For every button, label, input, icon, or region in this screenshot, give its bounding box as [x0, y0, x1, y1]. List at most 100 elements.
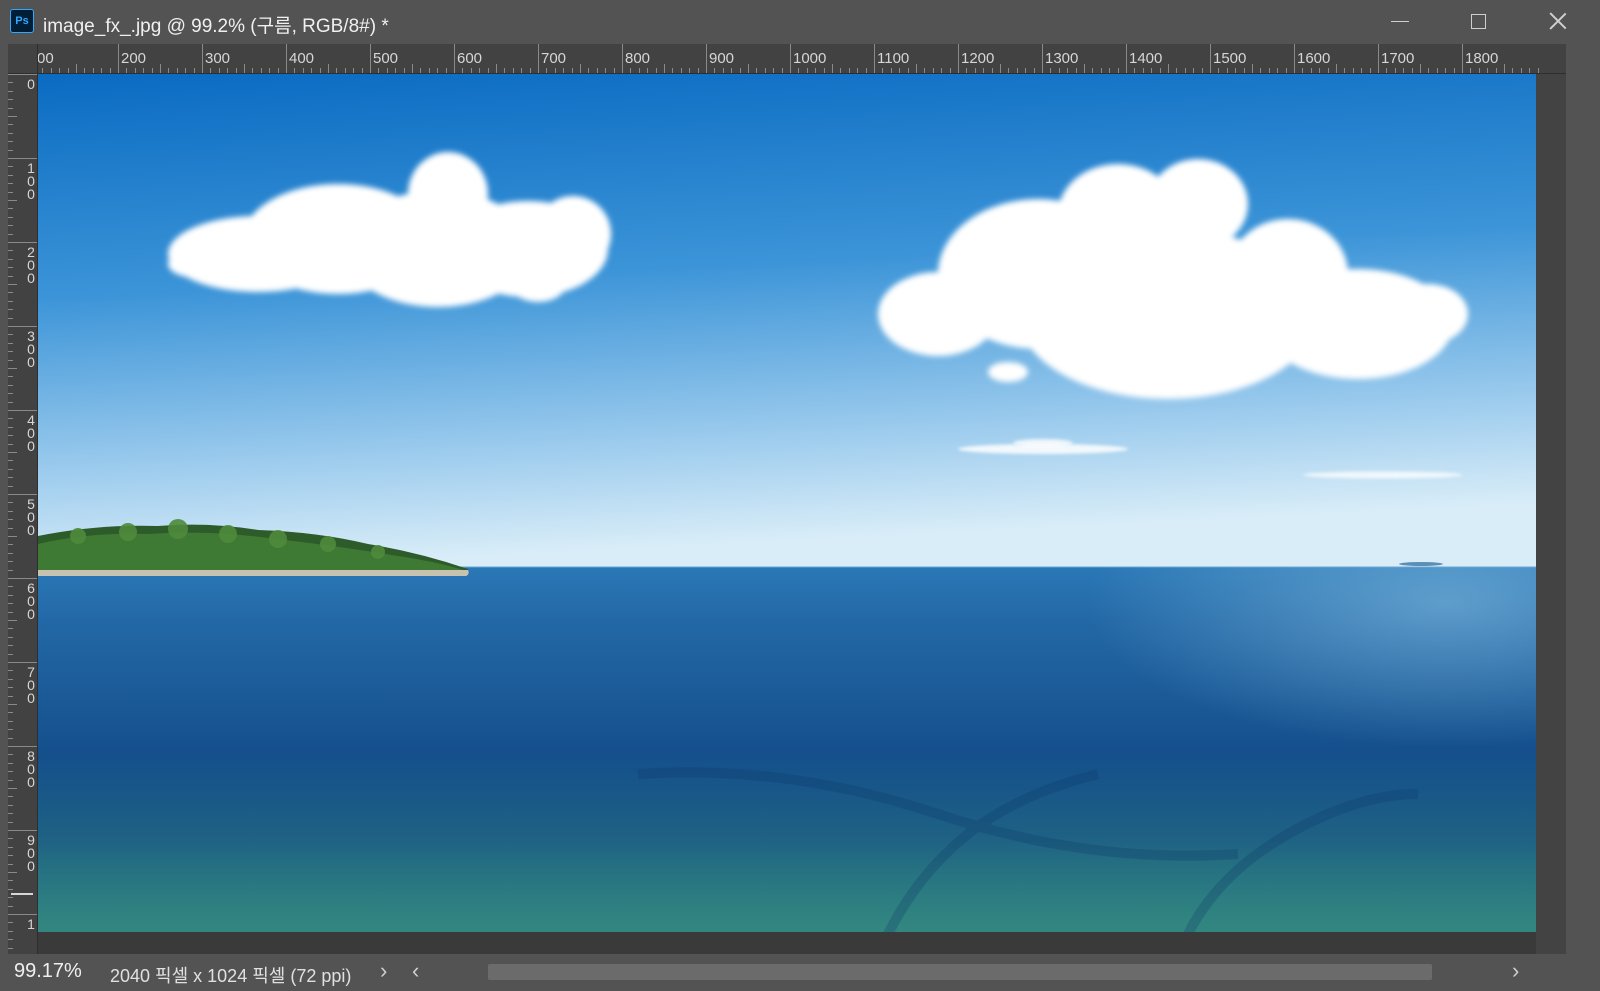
ruler-minor-tick	[1487, 68, 1489, 73]
ruler-minor-tick	[353, 68, 355, 73]
zoom-level[interactable]: 99.17%	[14, 960, 82, 983]
seascape-photo	[38, 74, 1536, 932]
ruler-label: 200	[121, 50, 147, 67]
ruler-minor-tick	[8, 653, 13, 655]
ruler-guide-marker	[11, 893, 33, 895]
ruler-minor-tick	[512, 68, 514, 73]
ruler-minor-tick	[8, 603, 13, 605]
ruler-minor-tick	[160, 64, 161, 73]
minimize-button[interactable]	[1378, 6, 1422, 36]
ruler-minor-tick	[8, 788, 17, 789]
horizontal-ruler[interactable]: 00 200 300 400 500 600 700 800 900 1000 1100 1200 13…	[38, 44, 1566, 74]
ruler-minor-tick	[420, 68, 422, 73]
ruler-label: 1200	[961, 50, 995, 67]
ruler-minor-tick	[1268, 68, 1270, 73]
ruler-minor-tick	[8, 687, 13, 689]
ruler-minor-tick	[8, 695, 13, 697]
ruler-minor-tick	[1000, 64, 1001, 73]
ruler-minor-tick	[8, 502, 13, 504]
ruler-minor-tick	[781, 68, 783, 73]
status-expand-chevron[interactable]: ›	[380, 958, 387, 984]
vertical-ruler[interactable]: 0 100 200 300 400 500 600 700 800 900 1	[8, 74, 38, 954]
ruler-major-tick	[8, 746, 37, 747]
ruler-minor-tick	[689, 68, 691, 73]
ruler-minor-tick	[832, 64, 833, 73]
ruler-minor-tick	[8, 670, 13, 672]
ruler-label: 1000	[793, 50, 827, 67]
ruler-minor-tick	[92, 68, 94, 73]
ruler-minor-tick	[974, 68, 976, 73]
ruler-minor-tick	[1369, 68, 1371, 73]
ruler-minor-tick	[109, 68, 111, 73]
ruler-minor-tick	[8, 922, 13, 924]
document-info[interactable]: 2040 픽셀 x 1024 픽셀 (72 ppi)	[110, 962, 351, 988]
ruler-minor-tick	[806, 68, 808, 73]
ruler-minor-tick	[1193, 68, 1195, 73]
ruler-minor-tick	[8, 569, 13, 571]
ruler-minor-tick	[8, 452, 17, 453]
ruler-minor-tick	[571, 68, 573, 73]
scroll-right-arrow[interactable]: ›	[1512, 958, 1519, 984]
ruler-minor-tick	[1310, 68, 1312, 73]
ruler-minor-tick	[8, 628, 13, 630]
ruler-label: 1700	[1381, 50, 1415, 67]
scrollbar-thumb[interactable]	[488, 964, 1432, 980]
ruler-minor-tick	[8, 149, 13, 151]
ruler-minor-tick	[1109, 68, 1111, 73]
close-button[interactable]	[1536, 6, 1580, 36]
ruler-minor-tick	[546, 68, 548, 73]
ruler-label: 500	[27, 496, 35, 538]
ruler-origin-corner[interactable]	[8, 44, 38, 74]
ruler-minor-tick	[8, 477, 13, 479]
ruler-minor-tick	[1327, 68, 1329, 73]
ruler-minor-tick	[8, 208, 13, 210]
maximize-button[interactable]	[1456, 6, 1500, 36]
ruler-label: 400	[289, 50, 315, 67]
ruler-major-tick	[8, 494, 37, 495]
canvas-area[interactable]	[38, 74, 1566, 954]
ruler-minor-tick	[1403, 68, 1405, 73]
ruler-major-tick	[1126, 44, 1127, 73]
ruler-minor-tick	[1336, 64, 1337, 73]
ruler-minor-tick	[588, 68, 590, 73]
ruler-minor-tick	[983, 68, 985, 73]
ruler-minor-tick	[882, 68, 884, 73]
ruler-label: 900	[709, 50, 735, 67]
ruler-minor-tick	[1504, 64, 1505, 73]
ruler-minor-tick	[1436, 68, 1438, 73]
document-title: image_fx_.jpg @ 99.2% (구름, RGB/8#) *	[43, 16, 389, 37]
ruler-minor-tick	[840, 68, 842, 73]
ruler-minor-tick	[210, 68, 212, 73]
ruler-minor-tick	[613, 68, 615, 73]
ruler-minor-tick	[344, 68, 346, 73]
ruler-minor-tick	[8, 729, 13, 731]
title-bar[interactable]: Ps image_fx_.jpg @ 99.2% (구름, RGB/8#) *	[0, 0, 1600, 44]
ruler-major-tick	[958, 44, 959, 73]
ruler-minor-tick	[1453, 68, 1455, 73]
ruler-minor-tick	[1352, 68, 1354, 73]
ruler-minor-tick	[1218, 68, 1220, 73]
ruler-minor-tick	[445, 68, 447, 73]
ruler-minor-tick	[8, 300, 13, 302]
ruler-minor-tick	[1084, 64, 1085, 73]
ruler-minor-tick	[630, 68, 632, 73]
ruler-minor-tick	[8, 813, 13, 815]
ruler-minor-tick	[143, 68, 145, 73]
horizontal-scrollbar[interactable]	[408, 962, 1548, 982]
ruler-label: 1100	[877, 50, 910, 67]
ruler-minor-tick	[67, 68, 69, 73]
ruler-minor-tick	[8, 636, 13, 638]
ruler-minor-tick	[764, 68, 766, 73]
ruler-major-tick	[1294, 44, 1295, 73]
ruler-minor-tick	[8, 99, 13, 101]
ruler-major-tick	[370, 44, 371, 73]
ruler-minor-tick	[361, 68, 363, 73]
ruler-minor-tick	[193, 68, 195, 73]
ruler-minor-tick	[1226, 68, 1228, 73]
ruler-minor-tick	[756, 68, 758, 73]
status-bar: 99.17% 2040 픽셀 x 1024 픽셀 (72 ppi) › ‹ ›	[0, 954, 1600, 991]
ruler-minor-tick	[412, 64, 413, 73]
ruler-minor-tick	[302, 68, 304, 73]
ruler-minor-tick	[1235, 68, 1237, 73]
document-image[interactable]	[38, 74, 1536, 932]
